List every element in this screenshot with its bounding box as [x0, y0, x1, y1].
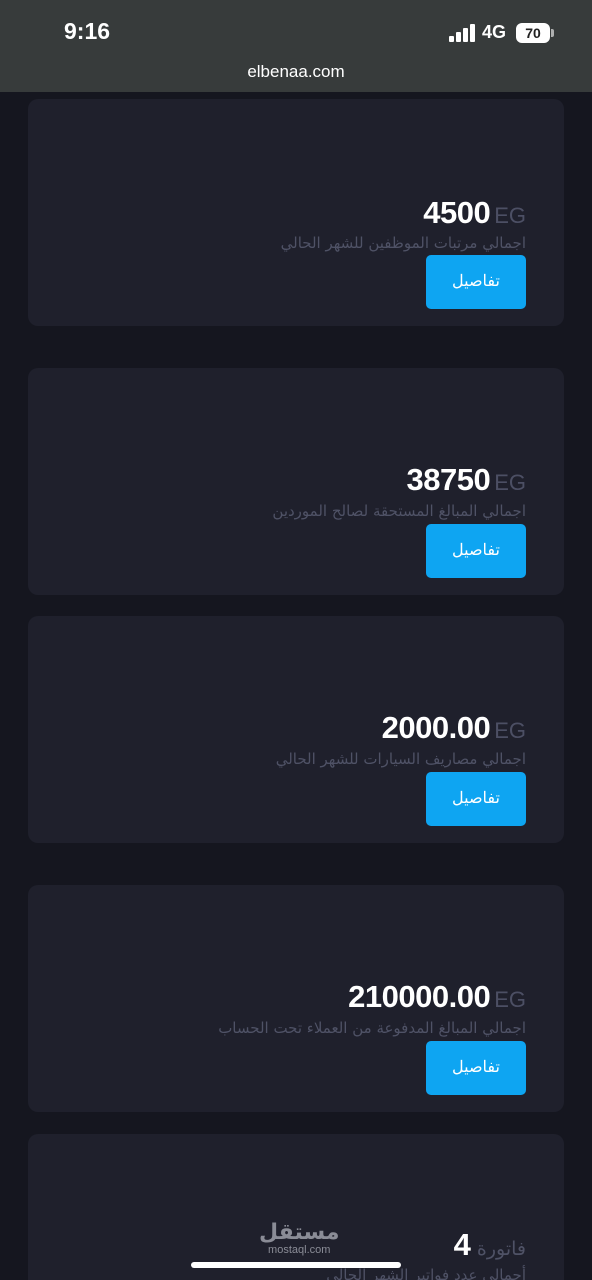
status-time: 9:16 — [64, 18, 111, 44]
payments-amount-row: EG 210000.00 — [348, 979, 526, 1015]
invoices-count: 4 — [453, 1227, 471, 1262]
salaries-amount-row: EG 4500 — [423, 195, 526, 231]
suppliers-amount-row: EG 38750 — [406, 462, 526, 498]
cars-amount-row: EG 2000.00 — [382, 710, 526, 746]
battery-icon: 70 — [516, 23, 550, 43]
salaries-label: اجمالي مرتبات الموظفين للشهر الحالي — [280, 234, 526, 252]
home-indicator[interactable] — [191, 1262, 401, 1268]
cellular-signal-icon — [449, 24, 476, 42]
currency-label: EG — [494, 718, 526, 743]
watermark-arabic: مستقل — [259, 1220, 340, 1245]
currency-label: EG — [494, 987, 526, 1012]
suppliers-card: EG 38750 اجمالي المبالغ المستحقة لصالح ا… — [28, 368, 564, 595]
invoices-amount-row: 4 فاتورة — [454, 1227, 526, 1263]
cars-amount: 2000.00 — [381, 710, 491, 745]
payments-label: اجمالي المبالغ المدفوعة من العملاء تحت ا… — [218, 1019, 526, 1037]
invoices-label: أجمالي عدد فواتير الشهر الحالي — [326, 1266, 526, 1280]
currency-label: EG — [494, 203, 526, 228]
network-type: 4G — [482, 22, 507, 42]
page-content: EG 4500 اجمالي مرتبات الموظفين للشهر الح… — [0, 92, 592, 1280]
payments-amount: 210000.00 — [348, 979, 491, 1014]
salaries-card: EG 4500 اجمالي مرتبات الموظفين للشهر الح… — [28, 99, 564, 326]
battery-tip — [551, 29, 554, 37]
status-bar: 9:16 4G 70 elbenaa.com — [0, 0, 592, 92]
suppliers-details-button[interactable]: تفاصيل — [426, 524, 526, 578]
watermark-latin: mostaql.com — [268, 1244, 331, 1256]
suppliers-label: اجمالي المبالغ المستحقة لصالح الموردين — [272, 502, 526, 520]
invoices-card: 4 فاتورة أجمالي عدد فواتير الشهر الحالي — [28, 1134, 564, 1280]
salaries-amount: 4500 — [423, 195, 491, 230]
currency-label: EG — [494, 470, 526, 495]
invoice-unit: فاتورة — [476, 1238, 526, 1260]
mostaql-watermark: مستقل mostaql.com — [259, 1220, 340, 1257]
payments-details-button[interactable]: تفاصيل — [426, 1041, 526, 1095]
cars-expenses-card: EG 2000.00 اجمالي مصاريف السيارات للشهر … — [28, 616, 564, 843]
salaries-details-button[interactable]: تفاصيل — [426, 255, 526, 309]
customer-payments-card: EG 210000.00 اجمالي المبالغ المدفوعة من … — [28, 885, 564, 1112]
cars-details-button[interactable]: تفاصيل — [426, 772, 526, 826]
cars-label: اجمالي مصاريف السيارات للشهر الحالي — [275, 750, 526, 768]
address-bar-url[interactable]: elbenaa.com — [0, 62, 592, 82]
suppliers-amount: 38750 — [406, 462, 491, 497]
